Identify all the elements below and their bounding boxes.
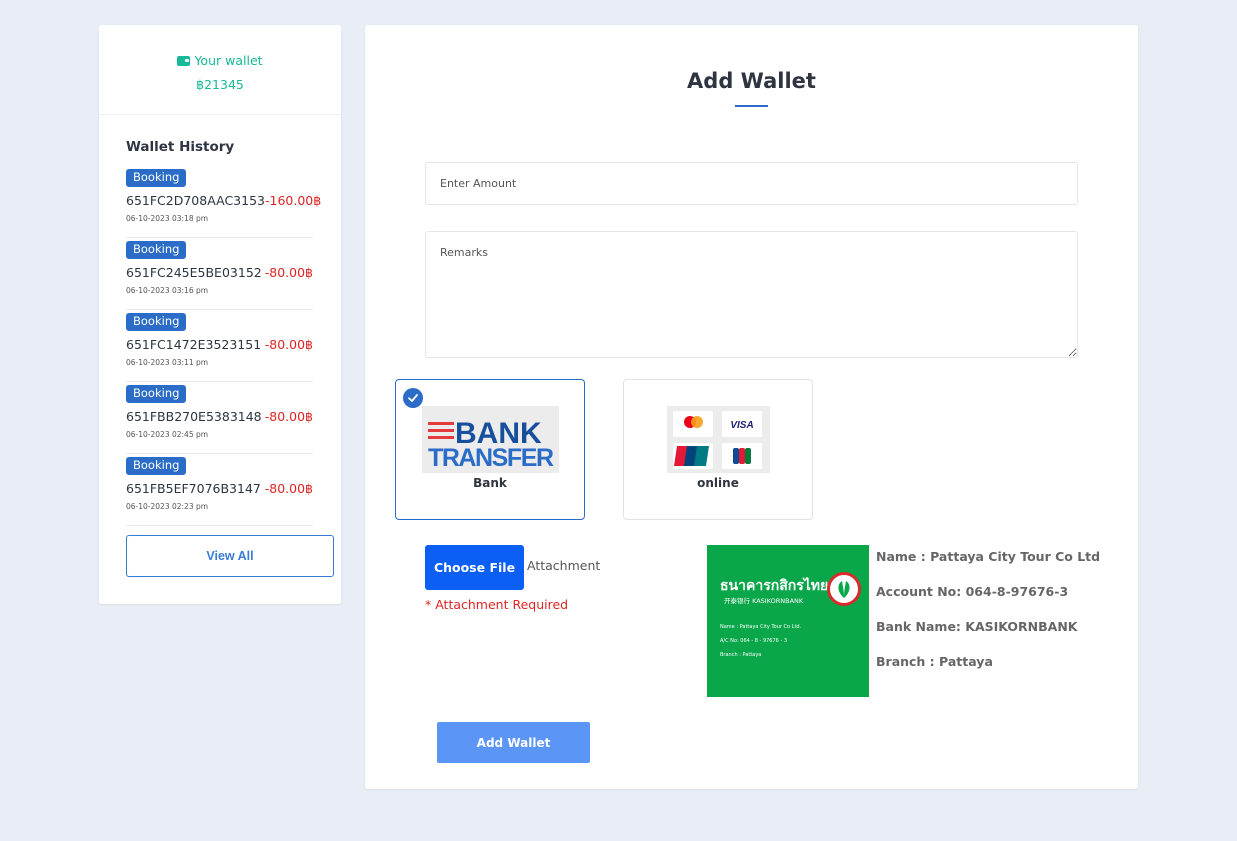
bank-card-line: Name : Pattaya City Tour Co Ltd.	[720, 624, 802, 630]
payment-option-label: online	[697, 476, 739, 490]
history-amount: -160.00฿	[264, 193, 322, 208]
history-date: 06-10-2023 02:23 pm	[126, 502, 209, 511]
history-item: Booking 651FC2D708AAC3153 -160.00฿ 06-10…	[126, 166, 321, 238]
attachment-required-error: * Attachment Required	[425, 597, 569, 612]
history-date: 06-10-2023 03:18 pm	[126, 214, 209, 223]
bank-account-name: Name : Pattaya City Tour Co Ltd	[876, 549, 1101, 564]
amount-input[interactable]	[425, 162, 1078, 205]
wallet-title: Your wallet	[99, 53, 341, 68]
history-ref: 651FC2D708AAC3153	[126, 193, 265, 208]
wallet-history-list: Booking 651FC2D708AAC3153 -160.00฿ 06-10…	[126, 166, 321, 526]
history-amount: -80.00฿	[264, 409, 313, 424]
history-ref: 651FC245E5BE03152	[126, 265, 262, 280]
remarks-textarea[interactable]	[425, 231, 1078, 358]
bank-card-line: A/C No: 064 - 8 - 97676 - 3	[720, 638, 788, 644]
bank-transfer-image: BANK TRANSFER	[422, 406, 559, 473]
attachment-label: Attachment	[527, 558, 601, 573]
history-ref: 651FBB270E5383148	[126, 409, 262, 424]
bank-card-line: Branch : Pattaya	[720, 652, 762, 658]
payment-option-label: Bank	[473, 476, 507, 490]
booking-badge: Booking	[126, 457, 187, 475]
history-item: Booking 651FC1472E3523151 -80.00฿ 06-10-…	[126, 310, 313, 382]
title-underline	[735, 105, 768, 107]
booking-badge: Booking	[126, 313, 187, 331]
visa-text: VISA	[730, 420, 753, 431]
payment-option-online[interactable]: VISA online	[623, 379, 813, 520]
card-logos-image: VISA	[667, 406, 770, 473]
history-item: Booking 651FBB270E5383148 -80.00฿ 06-10-…	[126, 382, 313, 454]
view-all-button[interactable]: View All	[126, 535, 334, 577]
history-amount: -80.00฿	[264, 265, 313, 280]
history-date: 06-10-2023 03:16 pm	[126, 286, 209, 295]
bank-branch: Branch : Pattaya	[876, 654, 993, 669]
history-date: 06-10-2023 03:11 pm	[126, 358, 209, 367]
bank-eng-name: 开泰银行 KASIKORNBANK	[724, 597, 804, 605]
wallet-history-title: Wallet History	[126, 139, 235, 155]
booking-badge: Booking	[126, 169, 187, 187]
bank-account-number: Account No: 064-8-97676-3	[876, 584, 1069, 599]
selected-check-icon	[403, 388, 423, 408]
bank-transfer-text-2: TRANSFER	[428, 444, 554, 472]
history-item: Booking 651FB5EF7076B3147 -80.00฿ 06-10-…	[126, 454, 313, 526]
wallet-sidebar: Your wallet ฿21345 Wallet History Bookin…	[99, 25, 341, 604]
booking-badge: Booking	[126, 241, 187, 259]
history-ref: 651FB5EF7076B3147	[126, 481, 261, 496]
bank-account-card: ธนาคารกสิกรไทย 开泰银行 KASIKORNBANK Name : …	[707, 545, 869, 697]
history-ref: 651FC1472E3523151	[126, 337, 262, 352]
booking-badge: Booking	[126, 385, 187, 403]
history-item: Booking 651FC245E5BE03152 -80.00฿ 06-10-…	[126, 238, 313, 310]
history-amount: -80.00฿	[264, 481, 313, 496]
bank-name: Bank Name: KASIKORNBANK	[876, 619, 1078, 634]
add-wallet-button[interactable]: Add Wallet	[437, 722, 590, 763]
wallet-icon	[177, 55, 191, 66]
payment-option-bank[interactable]: BANK TRANSFER Bank	[395, 379, 585, 520]
history-date: 06-10-2023 02:45 pm	[126, 430, 209, 439]
wallet-balance: ฿21345	[196, 77, 244, 92]
wallet-title-text: Your wallet	[194, 53, 263, 68]
add-wallet-panel: Add Wallet BANK TRANSFER Bank VISA	[365, 25, 1138, 789]
choose-file-button[interactable]: Choose File	[425, 545, 524, 590]
bank-thai-name: ธนาคารกสิกรไทย	[720, 578, 829, 594]
history-amount: -80.00฿	[264, 337, 313, 352]
wallet-summary: Your wallet ฿21345	[99, 25, 341, 115]
kasikorn-logo-icon	[827, 572, 861, 606]
page-title: Add Wallet	[687, 69, 816, 93]
